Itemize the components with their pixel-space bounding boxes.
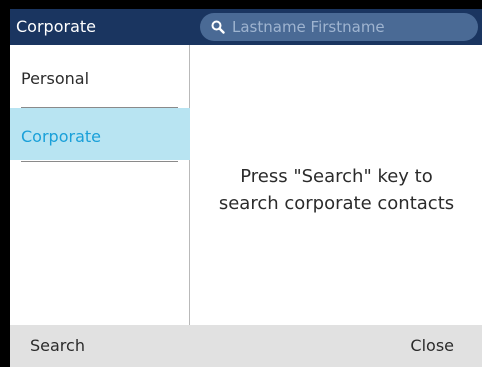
sidebar-item-label: Personal bbox=[21, 69, 90, 88]
softkey-bar: Search Close bbox=[10, 325, 482, 367]
close-softkey[interactable]: Close bbox=[410, 325, 454, 367]
phone-screen: Corporate Personal Corporate Press "Sear… bbox=[10, 9, 482, 367]
search-icon bbox=[211, 20, 225, 34]
page-title: Corporate bbox=[16, 17, 96, 36]
sidebar-item-personal[interactable]: Personal bbox=[10, 45, 190, 97]
sidebar-item-corporate[interactable]: Corporate bbox=[10, 108, 190, 160]
search-field[interactable] bbox=[200, 13, 478, 41]
sidebar-item-label: Corporate bbox=[21, 127, 101, 146]
directory-list: Personal Corporate bbox=[10, 45, 190, 325]
instruction-message: Press "Search" key to search corporate c… bbox=[191, 163, 482, 217]
message-line-1: Press "Search" key to bbox=[240, 166, 433, 187]
header-bar: Corporate bbox=[10, 9, 482, 45]
search-softkey[interactable]: Search bbox=[30, 325, 85, 367]
message-line-2: search corporate contacts bbox=[218, 193, 455, 214]
main-panel: Press "Search" key to search corporate c… bbox=[191, 45, 482, 325]
list-divider bbox=[21, 161, 178, 162]
search-input[interactable] bbox=[232, 13, 462, 41]
